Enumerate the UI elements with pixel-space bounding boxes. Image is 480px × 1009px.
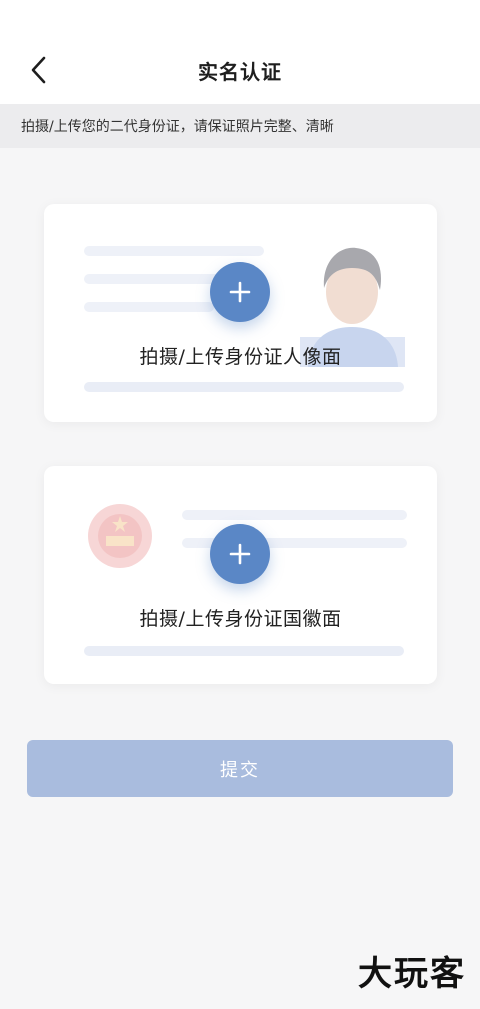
plus-icon <box>229 281 251 303</box>
placeholder-line <box>84 302 214 312</box>
placeholder-line <box>84 246 264 256</box>
app-header: 实名认证 <box>0 0 480 104</box>
placeholder-line <box>182 510 407 520</box>
back-upload-label: 拍摄/上传身份证国徽面 <box>139 608 342 630</box>
page-title: 实名认证 <box>198 60 282 84</box>
placeholder-line <box>84 382 404 392</box>
add-back-photo-button[interactable] <box>210 524 270 584</box>
id-front-upload-card[interactable]: 拍摄/上传身份证人像面 <box>44 204 437 422</box>
id-back-upload-card[interactable]: 拍摄/上传身份证国徽面 <box>44 466 437 684</box>
emblem-placeholder-icon <box>88 504 152 568</box>
watermark-logo: 大玩客 <box>358 954 466 994</box>
add-front-photo-button[interactable] <box>210 262 270 322</box>
instruction-text: 拍摄/上传您的二代身份证，请保证照片完整、清晰 <box>21 119 334 135</box>
submit-button[interactable]: 提交 <box>27 740 453 797</box>
placeholder-line <box>84 646 404 656</box>
plus-icon <box>229 543 251 565</box>
instruction-banner: 拍摄/上传您的二代身份证，请保证照片完整、清晰 <box>0 104 480 148</box>
front-upload-label: 拍摄/上传身份证人像面 <box>139 346 342 368</box>
